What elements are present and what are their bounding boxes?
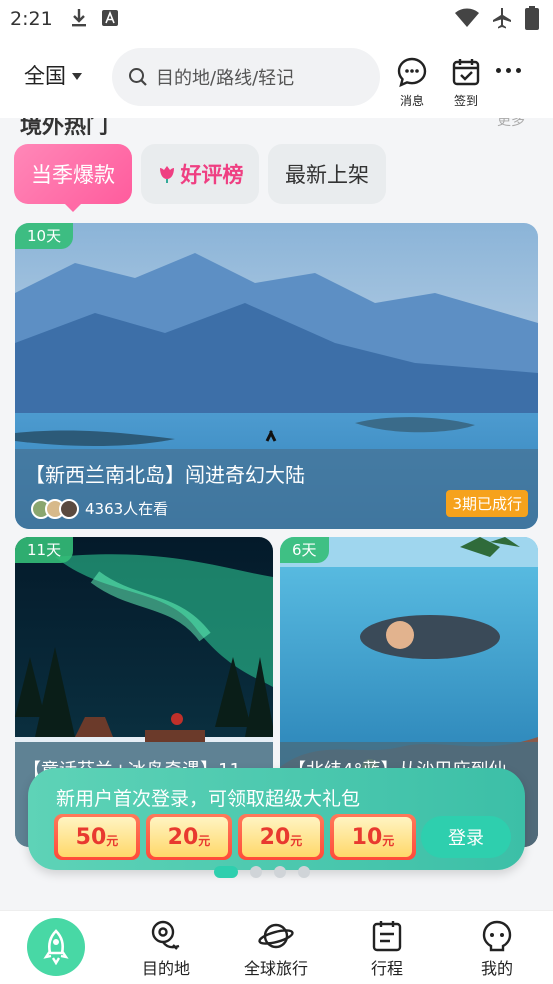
coupon: 20 元 <box>146 814 232 860</box>
caret-down-icon <box>72 72 82 80</box>
coupon-list: 50 元 20 元 20 元 10 元 <box>54 814 416 860</box>
login-button[interactable]: 登录 <box>421 816 511 858</box>
avatar-group <box>31 498 79 519</box>
carousel-dot[interactable] <box>214 866 238 878</box>
face-icon <box>482 920 512 952</box>
tab-global-travel[interactable]: 全球旅行 <box>221 917 331 979</box>
location-pin-icon <box>151 920 180 950</box>
search-placeholder: 目的地/路线/轻记 <box>156 68 295 89</box>
coupon-amount: 10 <box>351 824 383 850</box>
tab-newest[interactable]: 最新上架 <box>268 144 386 204</box>
viewers-count: 4363人在看 <box>85 500 169 518</box>
messages-button[interactable]: 消息 <box>396 56 428 109</box>
tab-itinerary[interactable]: 行程 <box>332 917 442 979</box>
more-options-icon[interactable] <box>496 68 521 73</box>
tulip-icon <box>159 166 174 183</box>
download-icon <box>72 9 86 27</box>
bottom-tab-bar: 目的地 全球旅行 行程 我的 <box>0 910 553 984</box>
message-bubble-icon <box>397 57 427 88</box>
coupon-amount: 20 <box>259 824 291 850</box>
carousel-indicator <box>214 866 310 878</box>
coupon-unit: 元 <box>106 833 119 848</box>
new-user-promo-banner[interactable]: 新用户首次登录，可领取超级大礼包 50 元 20 元 20 元 10 元 登录 <box>28 768 525 870</box>
viewers-row: 4363人在看 <box>31 498 168 519</box>
tab-global-travel-label: 全球旅行 <box>243 959 308 978</box>
calendar-check-icon <box>452 59 480 86</box>
home-tab[interactable] <box>27 918 85 976</box>
duration-badge: 11天 <box>15 537 74 563</box>
itinerary-list-icon <box>372 921 402 952</box>
duration-badge: 6天 <box>280 537 329 563</box>
tab-top-rated[interactable]: 好评榜 <box>141 144 259 204</box>
tab-top-rated-label: 好评榜 <box>180 163 244 187</box>
coupon-amount: 20 <box>167 824 199 850</box>
tour-card[interactable]: 10天 【新西兰南北岛】闯进奇幻大陆 4363人在看 3期已成行 <box>15 223 538 529</box>
card-title: 【新西兰南北岛】闯进奇幻大陆 <box>25 463 305 487</box>
coupon: 20 元 <box>238 814 324 860</box>
airplane-icon <box>493 8 511 29</box>
content-area: 境外热门 更多 当季爆款 好评榜 最新上架 10天 【新西兰南北岛】闯进奇幻大陆… <box>0 118 553 910</box>
coupon-unit: 元 <box>198 833 211 848</box>
checkin-label: 签到 <box>453 94 478 108</box>
header: 全国 目的地/路线/轻记 消息 签到 <box>0 40 553 118</box>
carousel-dot[interactable] <box>298 866 310 878</box>
status-bar: 2:21 <box>0 0 553 40</box>
carousel-dot[interactable] <box>250 866 262 878</box>
wifi-icon <box>455 8 479 27</box>
region-selector[interactable]: 全国 <box>24 60 82 90</box>
coupon-unit: 元 <box>382 833 395 848</box>
region-label: 全国 <box>24 64 66 88</box>
search-box[interactable]: 目的地/路线/轻记 <box>112 48 380 106</box>
section-title: 境外热门 <box>20 118 109 139</box>
tab-profile[interactable]: 我的 <box>442 917 552 979</box>
font-a-icon <box>102 10 118 26</box>
tab-destinations[interactable]: 目的地 <box>111 917 221 979</box>
rocket-icon <box>43 929 69 965</box>
coupon: 10 元 <box>330 814 416 860</box>
category-tabs: 当季爆款 好评榜 最新上架 <box>14 144 386 212</box>
checkin-button[interactable]: 签到 <box>450 56 482 109</box>
coupon-amount: 50 <box>75 824 107 850</box>
tab-seasonal-hot[interactable]: 当季爆款 <box>14 144 132 212</box>
coupon: 50 元 <box>54 814 140 860</box>
carousel-dot[interactable] <box>274 866 286 878</box>
tab-profile-label: 我的 <box>480 959 513 978</box>
tab-destinations-label: 目的地 <box>141 959 190 978</box>
duration-badge: 10天 <box>15 223 74 249</box>
section-more-link[interactable]: 更多 <box>497 118 525 130</box>
search-icon <box>129 68 147 86</box>
battery-icon <box>525 6 539 30</box>
coupon-unit: 元 <box>290 833 303 848</box>
card-info: 【新西兰南北岛】闯进奇幻大陆 4363人在看 3期已成行 <box>15 449 538 529</box>
status-time: 2:21 <box>10 8 53 30</box>
tab-itinerary-label: 行程 <box>370 959 403 978</box>
promo-text: 新用户首次登录，可领取超级大礼包 <box>56 788 361 810</box>
messages-label: 消息 <box>399 94 424 108</box>
planet-icon <box>258 923 294 949</box>
trips-badge: 3期已成行 <box>446 490 528 517</box>
